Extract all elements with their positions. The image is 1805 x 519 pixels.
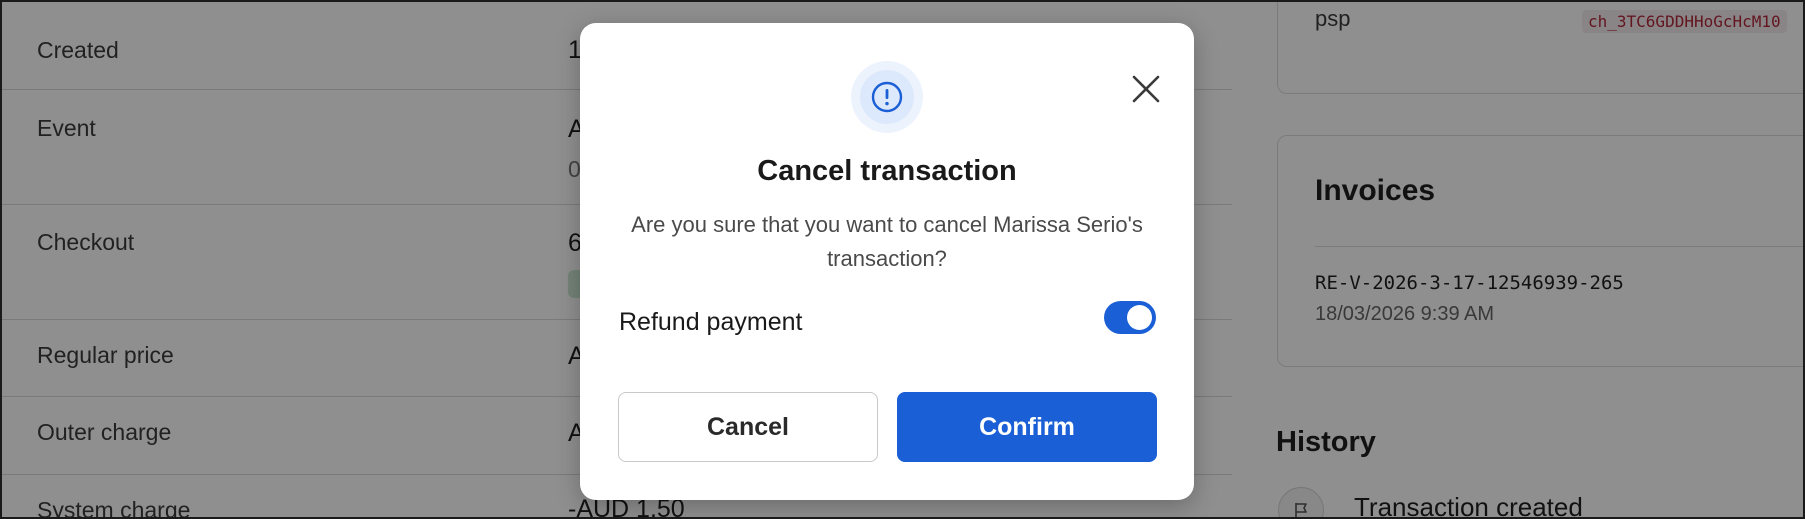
toggle-knob bbox=[1127, 305, 1152, 330]
refund-payment-label: Refund payment bbox=[619, 308, 803, 336]
exclamation-circle-icon bbox=[871, 81, 903, 113]
app-frame: Created 1 Event A 0 Checkout 6 Regular p… bbox=[0, 0, 1805, 519]
cancel-button[interactable]: Cancel bbox=[618, 392, 878, 462]
confirm-button[interactable]: Confirm bbox=[897, 392, 1157, 462]
dialog-message: Are you sure that you want to cancel Mar… bbox=[631, 212, 1143, 271]
close-icon bbox=[1132, 75, 1160, 103]
warning-icon-container bbox=[851, 61, 923, 133]
dialog-title: Cancel transaction bbox=[757, 155, 1017, 187]
refund-payment-toggle[interactable] bbox=[1104, 301, 1156, 334]
close-button[interactable] bbox=[1116, 59, 1176, 119]
cancel-transaction-dialog: Cancel transaction Are you sure that you… bbox=[580, 23, 1194, 500]
